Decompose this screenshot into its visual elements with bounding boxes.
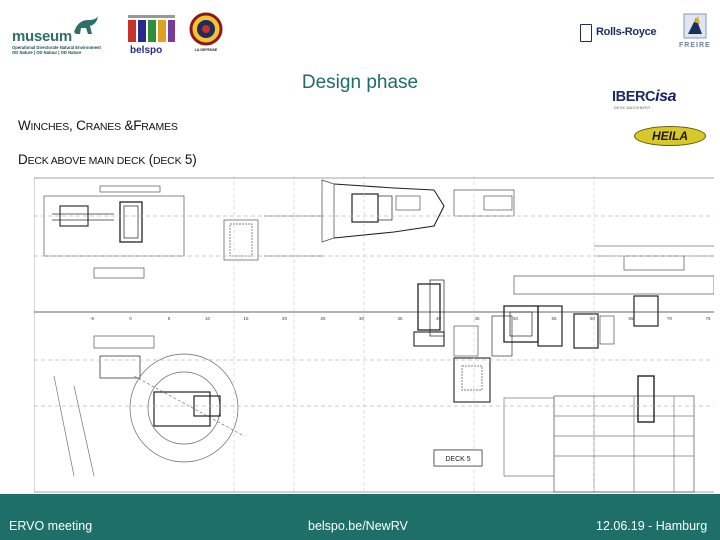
freire-ship-icon [683, 13, 707, 39]
heading-winches-cranes-frames: WINCHES, CRANES &FRAMES [18, 118, 178, 133]
defense-seal-text: LA DEFENSE [194, 48, 218, 52]
defense-seal-logo: LA DEFENSE [188, 12, 224, 56]
footer-url: belspo.be/NewRV [308, 519, 408, 533]
frame-label: 30 [359, 316, 365, 321]
frame-label: 0 [129, 316, 132, 321]
freire-text: FREIRE [679, 42, 711, 49]
museum-logo: museum Operational Directorate Natural E… [8, 12, 116, 58]
frame-label: 65 [628, 316, 634, 321]
ibercisa-logo: IBERCisa DECK MACHINERY [610, 86, 710, 112]
ibercisa-text-accent: isa [655, 88, 677, 105]
footer-bar: ERVO meeting belspo.be/NewRV 12.06.19 - … [0, 494, 720, 540]
heila-logo: HEILA [634, 124, 706, 148]
museum-logo-word: museum [12, 28, 72, 45]
deck-plan-drawing: -5 0 5 10 15 20 25 30 35 40 45 50 55 60 65 70 75 DECK 5 [34, 176, 714, 494]
frame-label: 45 [474, 316, 480, 321]
dinosaur-icon [74, 16, 98, 34]
frame-label: 20 [282, 316, 288, 321]
frame-label: 50 [513, 316, 519, 321]
deck-5-label: DECK 5 [445, 456, 470, 463]
logo-bar: museum Operational Directorate Natural E… [0, 0, 720, 75]
defense-seal-icon [189, 12, 223, 46]
frame-label: 25 [320, 316, 326, 321]
ibercisa-text: IBERCisa [612, 88, 677, 106]
ibercisa-text-main: IBERC [612, 89, 656, 105]
deck-plan-svg: -5 0 5 10 15 20 25 30 35 40 45 50 55 60 65 70 75 DECK 5 [34, 176, 714, 493]
freire-logo: FREIRE [676, 12, 716, 54]
heila-text: HEILA [652, 129, 688, 143]
slide-title: Design phase [301, 72, 419, 93]
frame-label: 70 [667, 316, 673, 321]
rolls-royce-badge-icon [580, 24, 592, 42]
frame-label: 55 [551, 316, 557, 321]
frame-labels: -5 0 5 10 15 20 25 30 35 40 45 50 55 60 65 70 75 [90, 316, 711, 321]
frame-label: -5 [90, 316, 94, 321]
ibercisa-subtitle: DECK MACHINERY [614, 106, 651, 110]
museum-subtitle-line-2: OD Nature | OD Natuur | OD Nature [12, 50, 82, 55]
heading-deck-above-main-deck: DECK ABOVE MAIN DECK (DECK 5) [18, 152, 197, 167]
footer-meeting-name: ERVO meeting [9, 519, 93, 533]
frame-label: 35 [397, 316, 403, 321]
footer-date-location: 12.06.19 - Hamburg [596, 519, 708, 533]
frame-label: 10 [205, 316, 211, 321]
frame-label: 40 [436, 316, 442, 321]
rolls-royce-text: Rolls-Royce [596, 26, 657, 38]
rolls-royce-logo: Rolls-Royce [576, 20, 658, 46]
frame-label: 5 [168, 316, 171, 321]
belspo-bars-icon [128, 15, 175, 42]
frame-label: 15 [243, 316, 249, 321]
frame-label: 75 [705, 316, 711, 321]
belspo-logo-word: belspo [130, 45, 163, 56]
frame-label: 60 [590, 316, 596, 321]
belspo-logo: belspo [124, 14, 178, 58]
museum-logo-subtitle: Operational Directorate Natural Environm… [12, 45, 101, 55]
